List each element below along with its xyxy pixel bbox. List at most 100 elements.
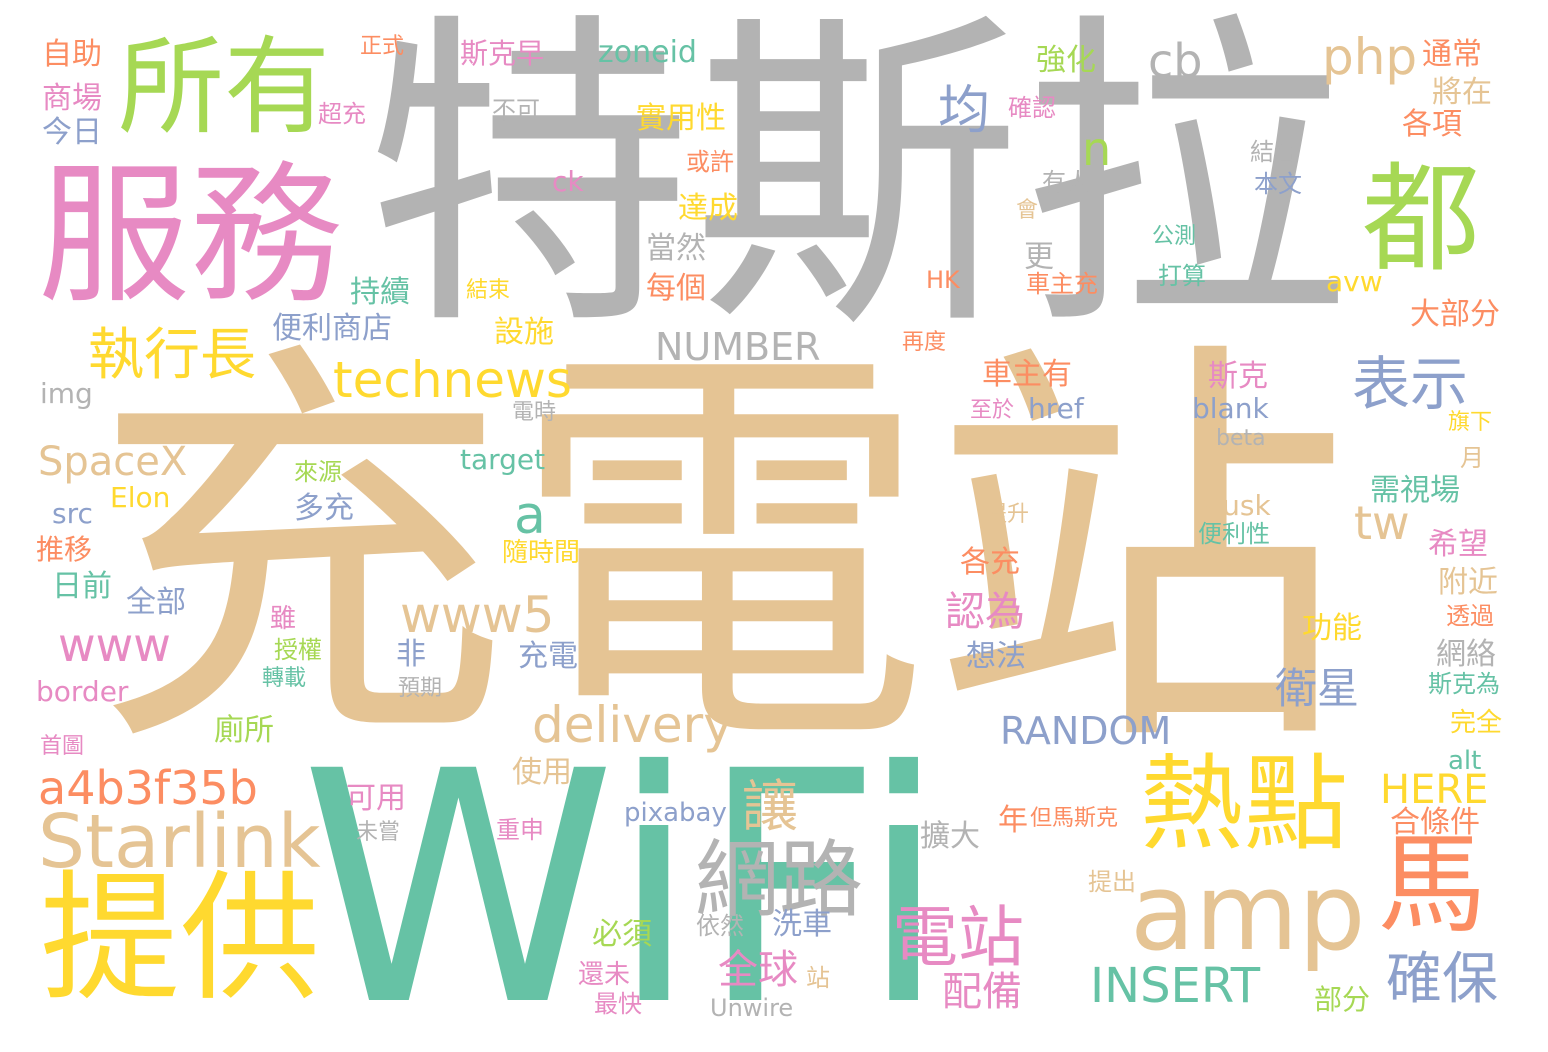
word-有人: 有人: [1042, 168, 1090, 196]
word-廁所: 廁所: [214, 713, 274, 748]
word-a: a: [514, 486, 546, 546]
word-結合: 結合: [1250, 138, 1298, 166]
word-確認: 確認: [1008, 94, 1056, 122]
word-random: RANDOM: [1000, 709, 1172, 753]
word-服務: 服務: [38, 147, 342, 324]
word-斯克早: 斯克早: [460, 37, 545, 70]
word-馬: 馬: [1378, 823, 1487, 948]
word-starlink: Starlink: [38, 799, 321, 885]
word-所有: 所有: [118, 26, 330, 149]
word-洗車: 洗車: [772, 907, 832, 942]
word-熱點: 熱點: [1140, 743, 1349, 865]
word-必須: 必須: [592, 917, 652, 952]
word-cb: cb: [1148, 34, 1203, 88]
word-不可: 不可: [492, 96, 540, 124]
word-打算: 打算: [1158, 262, 1206, 290]
word-全部: 全部: [126, 585, 186, 620]
word-旗下: 旗下: [1448, 410, 1493, 435]
word-多充: 多充: [294, 491, 354, 526]
word-提出: 提出: [1088, 868, 1136, 896]
word-轉載: 轉載: [262, 666, 307, 691]
word-擴大: 擴大: [920, 819, 980, 854]
word-img: img: [40, 377, 93, 410]
word-大部分: 大部分: [1410, 297, 1500, 332]
word-結束: 結束: [466, 278, 511, 303]
word-musk: Musk: [1198, 489, 1271, 522]
word-正式: 正式: [360, 34, 405, 59]
word-每個: 每個: [646, 271, 706, 306]
word-網絡: 網絡: [1436, 637, 1496, 672]
word-斯克為: 斯克為: [1428, 670, 1500, 698]
word-配備: 配備: [942, 969, 1022, 1015]
word-設施: 設施: [494, 315, 554, 350]
word-提供: 提供: [40, 858, 321, 1021]
word-來源: 來源: [294, 458, 342, 486]
word-實用性: 實用性: [636, 101, 726, 136]
word-pixabay: pixabay: [624, 798, 727, 828]
word-使用: 使用: [512, 755, 572, 790]
word-車主有: 車主有: [982, 357, 1072, 392]
word-here: HERE: [1380, 767, 1489, 813]
word-spacex: SpaceX: [38, 439, 188, 485]
word-電站: 電站: [892, 899, 1024, 976]
word-elon: Elon: [110, 481, 171, 514]
word-n: n: [1082, 122, 1112, 176]
word-年: 年: [998, 803, 1028, 838]
word-或許: 或許: [686, 148, 734, 176]
word-公測: 公測: [1152, 224, 1197, 249]
word-未嘗: 未嘗: [356, 820, 401, 845]
word-預期: 預期: [398, 676, 443, 701]
word-blank: blank: [1192, 392, 1269, 425]
word-附近: 附近: [1438, 565, 1498, 600]
word-均: 均: [938, 81, 991, 141]
word-technews: technews: [333, 351, 572, 409]
word-alt: alt: [1448, 746, 1482, 776]
word-ck: ck: [552, 165, 584, 198]
word-首圖: 首圖: [40, 734, 85, 759]
word-再度: 再度: [902, 330, 947, 355]
word-隨時間: 隨時間: [502, 538, 581, 568]
word-amp: amp: [1130, 851, 1366, 974]
word-target: target: [460, 443, 546, 476]
word-自助: 自助: [42, 37, 102, 72]
word-完全: 完全: [1450, 708, 1503, 738]
word-提升: 提升: [985, 502, 1030, 527]
word-cloud: 充電站 特斯拉 WiFi 服務 所有 提供 都 熱點 amp 馬 網路 Star…: [0, 0, 1548, 1052]
word-充電: 充電: [518, 639, 578, 674]
word-更: 更: [1018, 240, 1053, 270]
word-zoneid: zoneid: [598, 35, 697, 70]
word-確保: 確保: [1386, 947, 1498, 1012]
word-需視場: 需視場: [1370, 473, 1460, 508]
word-希望: 希望: [1428, 527, 1488, 562]
word-讓: 讓: [742, 775, 798, 840]
word-delivery: delivery: [532, 696, 733, 754]
word-執行長: 執行長: [88, 323, 256, 388]
word-php: php: [1322, 28, 1418, 86]
word-hk: HK: [926, 266, 960, 294]
word-重申: 重申: [496, 816, 544, 844]
word-依然: 依然: [696, 912, 744, 940]
word-src: src: [52, 497, 93, 530]
word-持續: 持續: [350, 275, 410, 310]
word-border: border: [36, 675, 129, 708]
word-還未: 還未: [578, 960, 631, 990]
word-強化: 強化: [1036, 43, 1096, 78]
word-avw: avw: [1326, 265, 1383, 298]
word-至於: 至於: [970, 398, 1015, 423]
word-部分: 部分: [1314, 983, 1371, 1016]
word-車主充: 車主充: [1026, 270, 1098, 298]
word-認為: 認為: [945, 589, 1025, 635]
word-最快: 最快: [594, 990, 642, 1018]
word-非: 非: [396, 637, 426, 672]
word-月: 月: [1460, 444, 1484, 472]
word-各項: 各項: [1402, 107, 1462, 142]
word-www5: www5: [400, 586, 555, 644]
word-表示: 表示: [1352, 350, 1469, 418]
word-可用: 可用: [346, 781, 406, 816]
word-超充: 超充: [318, 100, 366, 128]
word-將在: 將在: [1432, 75, 1492, 110]
word-www: www: [58, 618, 171, 672]
word-雖: 雖: [270, 604, 297, 634]
word-授權: 授權: [274, 636, 322, 664]
word-電時: 電時: [512, 400, 557, 425]
